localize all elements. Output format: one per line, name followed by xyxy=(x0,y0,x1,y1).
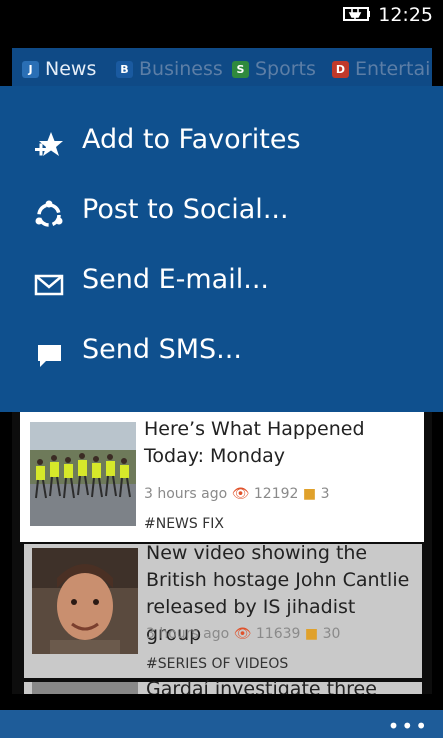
tab-sports[interactable]: S Sports xyxy=(232,58,316,86)
battery-charging-icon xyxy=(343,7,370,21)
menu-item-label: Post to Social... xyxy=(82,194,289,225)
status-bar: 12:25 xyxy=(0,0,443,32)
context-menu: Add to Favorites Post to Social... Send … xyxy=(0,86,443,412)
category-tabs: J News B Business S Sports D Entertain xyxy=(12,58,432,86)
article-views: 12192 xyxy=(253,486,299,502)
news-tab-icon: J xyxy=(22,61,39,78)
article-tag[interactable]: #SERIES OF VIDEOS xyxy=(146,656,288,672)
clock: 12:25 xyxy=(378,4,433,26)
mail-icon xyxy=(34,274,64,296)
menu-item-send-email[interactable]: Send E-mail... xyxy=(0,250,443,316)
menu-item-label: Send E-mail... xyxy=(82,264,269,295)
article-thumbnail xyxy=(30,422,136,526)
article-title: Here’s What Happened Today: Monday xyxy=(144,418,365,467)
share-icon xyxy=(35,200,63,227)
article-comments: 30 xyxy=(322,626,341,642)
tab-label: Entertain xyxy=(355,58,432,80)
article-tag[interactable]: #NEWS FIX xyxy=(144,516,224,532)
more-options-icon[interactable]: ••• xyxy=(388,714,429,738)
menu-item-label: Send SMS... xyxy=(82,334,242,365)
business-tab-icon: B xyxy=(116,61,133,78)
article-card[interactable]: Gardaí investigate three xyxy=(24,678,422,694)
menu-item-send-sms[interactable]: Send SMS... xyxy=(0,320,443,386)
tab-news[interactable]: J News xyxy=(22,58,96,86)
menu-item-post-social[interactable]: Post to Social... xyxy=(0,180,443,246)
comments-icon: ■ xyxy=(304,626,319,642)
article-title: Gardaí investigate three xyxy=(146,678,377,694)
menu-item-label: Add to Favorites xyxy=(82,124,301,155)
article-card[interactable]: Here’s What Happened Today: Monday 3 hou… xyxy=(20,412,424,542)
favorites-add-icon xyxy=(35,132,63,156)
article-thumbnail xyxy=(32,548,138,654)
menu-item-add-favorites[interactable]: Add to Favorites xyxy=(0,110,443,176)
comments-icon: ■ xyxy=(302,486,317,502)
article-feed: Here’s What Happened Today: Monday 3 hou… xyxy=(12,412,432,694)
article-views: 11639 xyxy=(255,626,301,642)
article-time: 3 hours ago xyxy=(144,486,228,502)
views-icon: 👁 xyxy=(231,486,250,502)
views-icon: 👁 xyxy=(233,626,252,642)
tab-label: Sports xyxy=(255,58,316,80)
entertainment-tab-icon: D xyxy=(332,61,349,78)
app-bar: ••• xyxy=(0,710,443,738)
tab-label: Business xyxy=(139,58,223,80)
sports-tab-icon: S xyxy=(232,61,249,78)
article-meta: 3 hours ago 👁 11639 ■ 30 xyxy=(146,626,340,642)
sms-icon xyxy=(38,345,61,367)
article-meta: 3 hours ago 👁 12192 ■ 3 xyxy=(144,486,330,502)
article-thumbnail xyxy=(32,682,138,694)
tab-entertainment[interactable]: D Entertain xyxy=(332,58,432,86)
tab-business[interactable]: B Business xyxy=(116,58,223,86)
tab-label: News xyxy=(45,58,97,80)
article-card[interactable]: New video showing the British hostage Jo… xyxy=(24,542,422,678)
article-comments: 3 xyxy=(320,486,330,502)
article-time: 3 hours ago xyxy=(146,626,230,642)
